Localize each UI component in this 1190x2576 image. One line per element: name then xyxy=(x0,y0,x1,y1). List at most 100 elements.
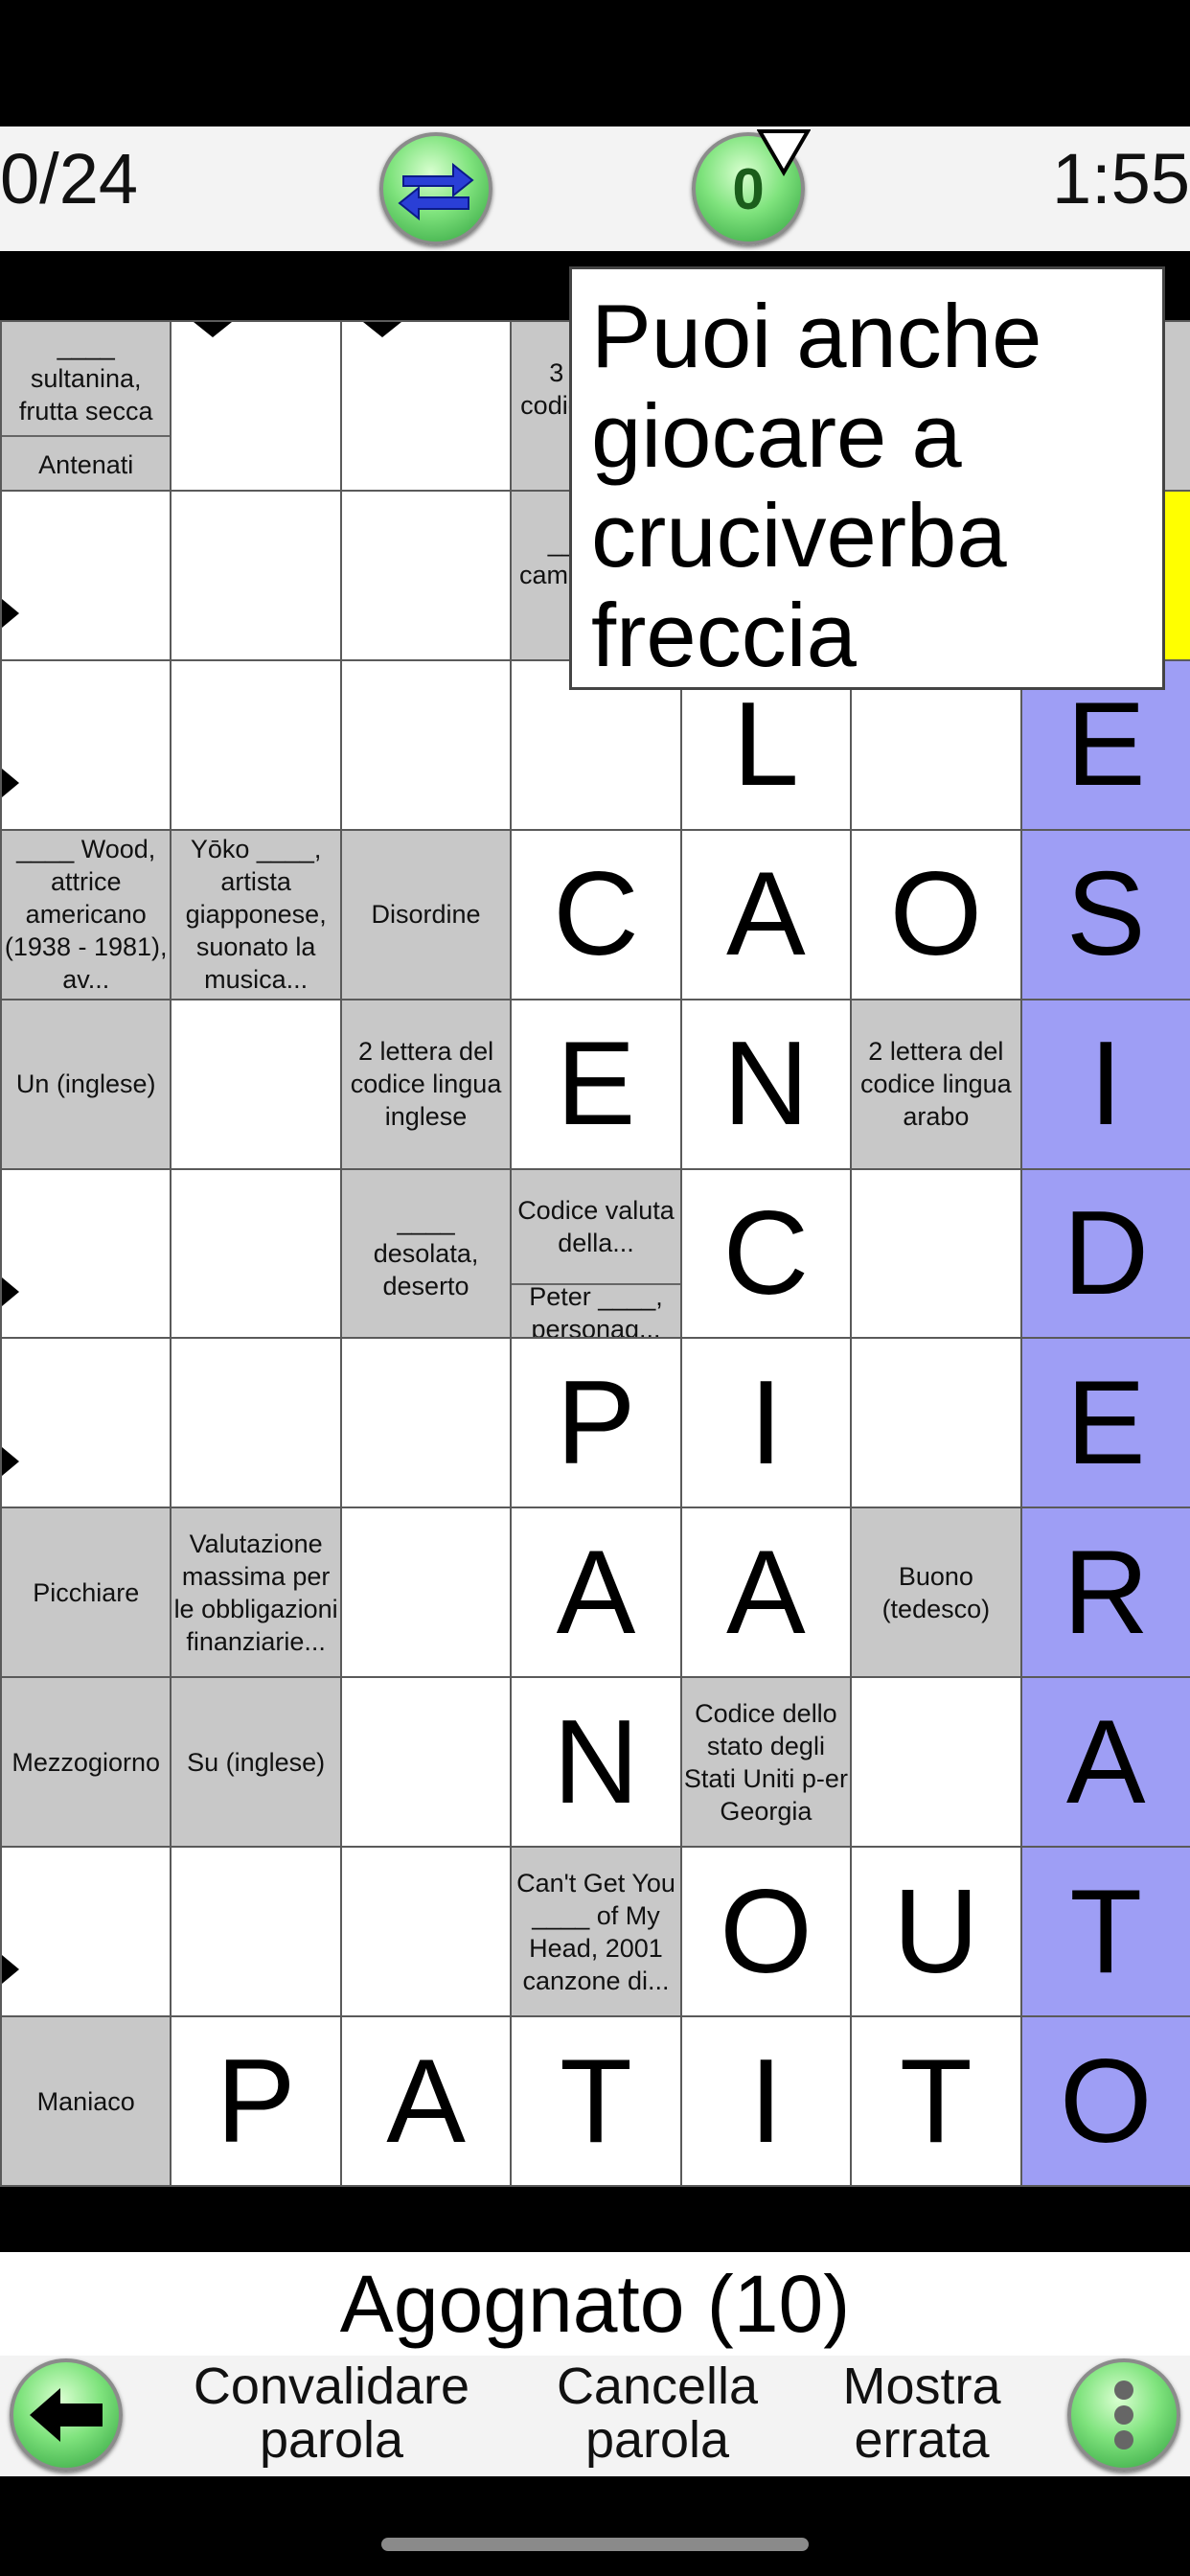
grid-cell[interactable]: P xyxy=(170,2015,342,2187)
grid-cell[interactable]: N xyxy=(679,998,853,1170)
back-button[interactable] xyxy=(10,2358,123,2472)
clue-cell[interactable]: 2 lettera del codice lingua arabo xyxy=(850,998,1022,1170)
grid-cell[interactable] xyxy=(339,658,513,831)
clue-cell[interactable]: ____ desolata, deserto xyxy=(339,1167,513,1340)
clue-cell[interactable]: Picchiare xyxy=(0,1506,172,1679)
grid-cell[interactable]: I xyxy=(1019,998,1190,1170)
clue-cell[interactable]: 2 lettera del codice lingua inglese xyxy=(339,998,513,1170)
grid-cell[interactable]: A xyxy=(679,1506,853,1679)
show-wrong-button[interactable]: Mostra errata xyxy=(828,2359,1016,2467)
clue-cell[interactable]: Can't Get You ____ of My Head, 2001 canz… xyxy=(510,1846,682,2018)
grid-cell[interactable]: A xyxy=(1019,1676,1190,1849)
grid-cell[interactable] xyxy=(0,658,172,831)
clue-cell[interactable]: Su (inglese) xyxy=(170,1676,342,1849)
grid-cell[interactable] xyxy=(0,1846,172,2018)
grid-cell[interactable] xyxy=(339,1676,513,1849)
grid-cell[interactable]: T xyxy=(510,2015,682,2187)
tooltip-popup[interactable]: Puoi anche giocare a cruciverba freccia xyxy=(569,266,1165,690)
current-clue: Agognato (10) xyxy=(0,2252,1190,2356)
clue-text: Can't Get You ____ of My Head, 2001 canz… xyxy=(516,1868,675,1995)
menu-button[interactable] xyxy=(1067,2358,1180,2472)
home-indicator[interactable] xyxy=(381,2538,809,2551)
more-vertical-icon xyxy=(1114,2380,1133,2450)
grid-cell[interactable]: A xyxy=(510,1506,682,1679)
clue-cell[interactable]: Disordine xyxy=(339,828,513,1000)
grid-cell[interactable] xyxy=(339,1846,513,2018)
grid-cell[interactable] xyxy=(170,998,342,1170)
grid-cell[interactable] xyxy=(850,1337,1022,1509)
clue-cell[interactable]: Mezzogiorno xyxy=(0,1676,172,1849)
grid-cell[interactable] xyxy=(339,1337,513,1509)
clue-cell[interactable]: Un (inglese) xyxy=(0,998,172,1170)
grid-cell[interactable]: N xyxy=(510,1676,682,1849)
grid-cell[interactable] xyxy=(339,489,513,661)
grid-cell[interactable]: A xyxy=(339,2015,513,2187)
clue-cell[interactable]: Codice valuta della... Peter ____, person… xyxy=(510,1167,682,1344)
grid-cell[interactable]: U xyxy=(850,1846,1022,2018)
clue-text-top: ____ sultanina, frutta secca xyxy=(18,332,153,426)
clue-cell[interactable]: Valutazione massima per le obbligazioni … xyxy=(170,1506,342,1679)
grid-cell[interactable] xyxy=(339,320,513,492)
grid-cell[interactable]: T xyxy=(850,2015,1022,2187)
tooltip-text: Puoi anche giocare a cruciverba freccia xyxy=(591,286,1042,685)
clue-text: ____ desolata, deserto xyxy=(373,1206,479,1300)
grid-cell[interactable]: T xyxy=(1019,1846,1190,2018)
cell-letter: T xyxy=(1069,1865,1143,1998)
grid-cell[interactable]: E xyxy=(1019,1337,1190,1509)
back-arrow-icon xyxy=(30,2388,103,2442)
grid-cell[interactable]: C xyxy=(679,1167,853,1340)
grid-cell[interactable] xyxy=(170,489,342,661)
swap-direction-button[interactable] xyxy=(379,132,492,245)
grid-cell[interactable] xyxy=(339,1506,513,1679)
grid-cell[interactable] xyxy=(850,1676,1022,1849)
arrow-right-icon xyxy=(2,768,19,797)
grid-cell[interactable] xyxy=(170,658,342,831)
swap-arrows-icon xyxy=(398,162,474,221)
clue-text: Codice dello stato degli Stati Uniti p-e… xyxy=(683,1698,848,1826)
grid-cell[interactable]: R xyxy=(1019,1506,1190,1679)
grid-cell[interactable]: E xyxy=(510,998,682,1170)
cell-letter: T xyxy=(899,2035,973,2168)
grid-cell[interactable] xyxy=(170,1846,342,2018)
grid-cell[interactable]: I xyxy=(679,1337,853,1509)
clue-cell[interactable]: ____ Wood, attrice americano (1938 - 198… xyxy=(0,828,172,1000)
grid-cell[interactable]: O xyxy=(1019,2015,1190,2187)
validate-word-button[interactable]: Convalidare parola xyxy=(178,2359,485,2467)
cell-letter: D xyxy=(1063,1186,1150,1320)
clue-text: Su (inglese) xyxy=(187,1747,326,1777)
clue-text: Mezzogiorno xyxy=(11,1747,160,1777)
grid-cell[interactable]: P xyxy=(510,1337,682,1509)
cell-letter: A xyxy=(726,848,806,981)
clue-cell[interactable]: Codice dello stato degli Stati Uniti p-e… xyxy=(679,1676,853,1849)
clue-cell[interactable]: Buono (tedesco) xyxy=(850,1506,1022,1679)
clue-text: 2 lettera del codice lingua arabo xyxy=(860,1037,1012,1132)
grid-cell[interactable] xyxy=(0,1167,172,1340)
grid-cell[interactable] xyxy=(170,1337,342,1509)
clear-word-button[interactable]: Cancella parola xyxy=(533,2359,782,2467)
grid-cell[interactable]: I xyxy=(679,2015,853,2187)
grid-cell[interactable]: D xyxy=(1019,1167,1190,1340)
cell-letter: A xyxy=(556,1526,636,1659)
timer: 1:55 xyxy=(1051,139,1190,218)
grid-cell[interactable] xyxy=(0,489,172,661)
clue-cell[interactable]: ____ sultanina, frutta secca Antenati xyxy=(0,320,172,492)
clue-cell[interactable]: Maniaco xyxy=(0,2015,172,2187)
cell-letter: E xyxy=(1065,1356,1146,1489)
grid-cell[interactable] xyxy=(0,1337,172,1509)
clue-text: Valutazione massima per le obbligazioni … xyxy=(173,1529,338,1656)
cell-letter: A xyxy=(386,2035,466,2168)
grid-cell[interactable]: O xyxy=(850,828,1022,1000)
grid-cell[interactable]: C xyxy=(510,828,682,1000)
grid-cell[interactable] xyxy=(170,320,342,492)
grid-cell[interactable]: O xyxy=(679,1846,853,2018)
grid-cell[interactable] xyxy=(170,1167,342,1340)
clue-text: Yōko ____, artista giapponese, suonato l… xyxy=(185,835,327,995)
cell-letter: T xyxy=(560,2035,632,2168)
grid-cell[interactable]: S xyxy=(1019,828,1190,1000)
clue-text: Disordine xyxy=(371,900,481,930)
grid-cell[interactable] xyxy=(850,1167,1022,1340)
clue-cell[interactable]: Yōko ____, artista giapponese, suonato l… xyxy=(170,828,342,1000)
grid-cell[interactable]: A xyxy=(679,828,853,1000)
clue-text: Buono (tedesco) xyxy=(881,1561,991,1623)
cell-letter: S xyxy=(1065,848,1146,981)
